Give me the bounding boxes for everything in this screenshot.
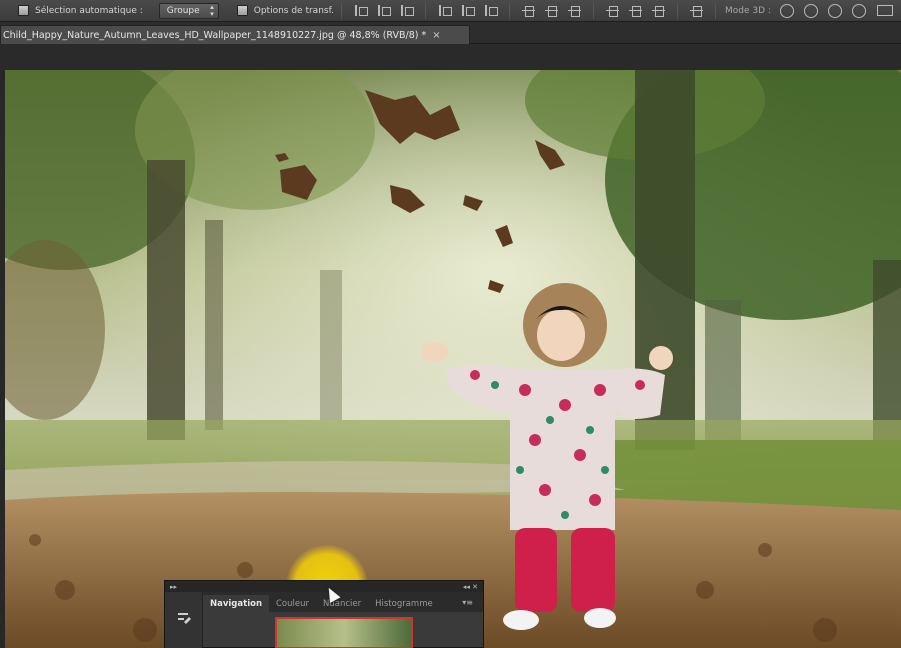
transform-controls-label: Options de transf.: [253, 5, 334, 16]
panel-menu-icon[interactable]: ▾≡: [462, 598, 473, 607]
panel-collapse-close-icon[interactable]: ◂◂ ✕: [463, 583, 478, 591]
distribute-horizontal-center-icon[interactable]: [628, 4, 642, 17]
document-tab-title: Child_Happy_Nature_Autumn_Leaves_HD_Wall…: [3, 29, 427, 41]
align-bottom-icon[interactable]: [400, 4, 414, 17]
panel-tabs: Navigation Couleur Nuancier Histogramme …: [203, 592, 483, 612]
transform-controls-option[interactable]: Options de transf.: [236, 5, 334, 16]
tab-histogramme[interactable]: Histogramme: [368, 595, 440, 612]
separator: [508, 2, 510, 19]
distribute-bottom-icon[interactable]: [567, 4, 581, 17]
video-icon[interactable]: [876, 5, 893, 16]
auto-select-value: Groupe: [166, 5, 200, 16]
document-tab[interactable]: Child_Happy_Nature_Autumn_Leaves_HD_Wall…: [0, 25, 470, 44]
distribute-top-icon[interactable]: [521, 4, 535, 17]
canvas-image: [5, 70, 901, 648]
3d-pan-icon[interactable]: [827, 3, 842, 18]
separator: [676, 2, 678, 19]
align-horizontal-center-icon[interactable]: [461, 4, 475, 17]
tab-navigation[interactable]: Navigation: [203, 595, 269, 612]
history-brush-icon[interactable]: [175, 610, 193, 628]
tab-nuancier[interactable]: Nuancier: [316, 595, 368, 612]
3d-orbit-icon[interactable]: [779, 3, 794, 18]
auto-select-dropdown[interactable]: Groupe ▴ ▾: [158, 2, 219, 19]
auto-align-layers-icon[interactable]: [689, 4, 703, 17]
options-bar: Sélection automatique : Groupe ▴ ▾ Option…: [0, 0, 901, 22]
close-tab-icon[interactable]: ×: [432, 30, 440, 41]
3d-slide-icon[interactable]: [851, 3, 866, 18]
separator: [424, 2, 426, 19]
3d-roll-icon[interactable]: [803, 3, 818, 18]
align-top-icon[interactable]: [354, 4, 368, 17]
document-tab-strip: Child_Happy_Nature_Autumn_Leaves_HD_Wall…: [0, 22, 901, 44]
align-right-icon[interactable]: [484, 4, 498, 17]
align-left-icon[interactable]: [438, 4, 452, 17]
auto-select-option[interactable]: Sélection automatique :: [18, 5, 143, 16]
distribute-left-icon[interactable]: [605, 4, 619, 17]
auto-select-label: Sélection automatique :: [35, 5, 143, 16]
panel-expand-icon[interactable]: ▸▸: [170, 583, 177, 591]
auto-select-checkbox[interactable]: [18, 5, 29, 16]
document-canvas[interactable]: [5, 70, 901, 648]
canvas-margin: [0, 44, 901, 70]
transform-controls-checkbox[interactable]: [236, 5, 248, 16]
distribute-vertical-center-icon[interactable]: [544, 4, 558, 17]
mode-3d-label: Mode 3D :: [724, 5, 771, 16]
navigator-preview-thumbnail[interactable]: [275, 617, 413, 648]
tab-couleur[interactable]: Couleur: [269, 595, 316, 612]
panel-dock-column: [165, 592, 203, 648]
distribute-right-icon[interactable]: [651, 4, 665, 17]
separator: [340, 2, 342, 19]
separator: [592, 2, 594, 19]
dropdown-arrows-icon: ▴ ▾: [210, 2, 214, 18]
separator: [714, 2, 716, 19]
align-vertical-center-icon[interactable]: [377, 4, 391, 17]
